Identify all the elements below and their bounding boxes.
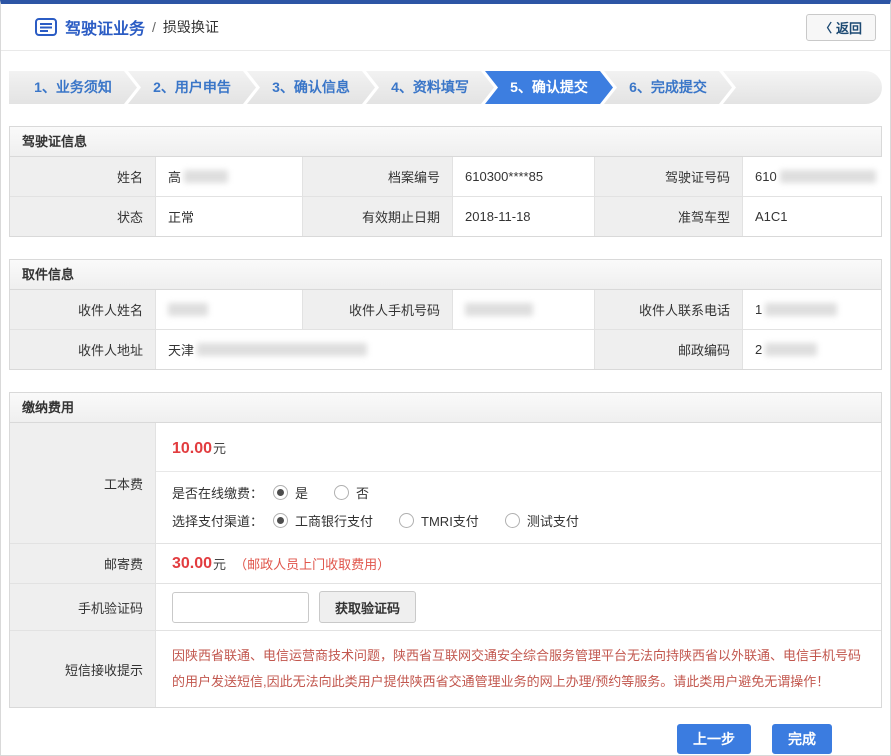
- name-value: 高: [155, 157, 302, 196]
- sms-code-label: 手机验证码: [10, 584, 155, 630]
- recipient-phone-value: 1: [742, 290, 881, 329]
- radio-icon: [334, 485, 349, 500]
- postage-fee-value: 30.00元 （邮政人员上门收取费用）: [155, 544, 881, 583]
- radio-online-yes[interactable]: 是: [273, 483, 308, 502]
- radio-label: 工商银行支付: [295, 511, 373, 530]
- step-2-declare[interactable]: 2、用户申告: [128, 71, 256, 104]
- radio-icon: [273, 513, 288, 528]
- radio-icon: [505, 513, 520, 528]
- header-bar: 驾驶证业务 / 损毁换证 〈 返回: [1, 4, 890, 51]
- page-title: 驾驶证业务: [65, 15, 145, 39]
- recipient-name-label: 收件人姓名: [10, 290, 155, 329]
- page-container: 驾驶证业务 / 损毁换证 〈 返回 1、业务须知 2、用户申告 3、确认信息 4…: [0, 0, 891, 756]
- online-payment-question-row: 是否在线缴费： 是 否: [172, 483, 865, 502]
- table-row: 收件人地址 天津 邮政编码 2: [10, 329, 881, 369]
- section-title-pickup: 取件信息: [10, 260, 881, 290]
- card-fee-value: 10.00元 是否在线缴费： 是 否 选择支付渠道： 工商银行支付 TMRI支付: [155, 423, 881, 543]
- payment-channel-question-row: 选择支付渠道： 工商银行支付 TMRI支付 测试支付: [172, 511, 865, 530]
- recipient-mobile-label: 收件人手机号码: [302, 290, 452, 329]
- step-1-notice[interactable]: 1、业务须知: [9, 71, 137, 104]
- previous-step-button[interactable]: 上一步: [677, 724, 751, 754]
- card-fee-unit: 元: [213, 441, 226, 456]
- vehicle-class-value: A1C1: [742, 197, 881, 236]
- card-fee-amount: 10.00: [172, 440, 212, 457]
- postage-fee-note: （邮政人员上门收取费用）: [234, 554, 390, 573]
- back-button[interactable]: 〈 返回: [806, 14, 876, 41]
- radio-online-no[interactable]: 否: [334, 483, 369, 502]
- license-no-value: 610: [742, 157, 888, 196]
- back-button-label: 返回: [836, 18, 862, 37]
- postage-fee-label: 邮寄费: [10, 544, 155, 583]
- sms-notice-label: 短信接收提示: [10, 631, 155, 707]
- breadcrumb-separator: /: [152, 19, 156, 35]
- vehicle-class-label: 准驾车型: [594, 197, 742, 236]
- redacted-patch: [765, 343, 817, 356]
- radio-channel-test[interactable]: 测试支付: [505, 511, 579, 530]
- sms-code-cell: 获取验证码: [155, 584, 881, 630]
- postage-fee-amount: 30.00: [172, 555, 212, 573]
- postcode-value: 2: [742, 330, 881, 369]
- radio-icon: [273, 485, 288, 500]
- online-payment-question: 是否在线缴费：: [172, 483, 263, 502]
- section-license-info: 驾驶证信息 姓名 高 档案编号 610300****85 驾驶证号码 610 状…: [9, 126, 882, 237]
- table-row: 收件人姓名 收件人手机号码 收件人联系电话 1: [10, 290, 881, 329]
- recipient-name-value: [155, 290, 302, 329]
- finish-button[interactable]: 完成: [772, 724, 832, 754]
- section-pickup-info: 取件信息 收件人姓名 收件人手机号码 收件人联系电话 1 收件人地址 天津 邮政…: [9, 259, 882, 370]
- license-list-icon: [35, 18, 57, 36]
- step-wizard: 1、业务须知 2、用户申告 3、确认信息 4、资料填写 5、确认提交 6、完成提…: [9, 71, 882, 104]
- redacted-patch: [765, 303, 837, 316]
- file-no-value: 610300****85: [452, 157, 594, 196]
- step-3-confirm-info[interactable]: 3、确认信息: [247, 71, 375, 104]
- table-row: 状态 正常 有效期止日期 2018-11-18 准驾车型 A1C1: [10, 196, 881, 236]
- section-fees: 缴纳费用 工本费 10.00元 是否在线缴费： 是 否: [9, 392, 882, 708]
- name-label: 姓名: [10, 157, 155, 196]
- radio-label: 否: [356, 483, 369, 502]
- radio-label: 测试支付: [527, 511, 579, 530]
- license-no-label: 驾驶证号码: [594, 157, 742, 196]
- radio-label: TMRI支付: [421, 511, 479, 530]
- breadcrumb-current: 损毁换证: [163, 17, 219, 37]
- table-row: 姓名 高 档案编号 610300****85 驾驶证号码 610: [10, 157, 881, 196]
- sms-notice-cell: 因陕西省联通、电信运营商技术问题，陕西省互联网交通安全综合服务管理平台无法向持陕…: [155, 631, 881, 707]
- sms-notice-text: 因陕西省联通、电信运营商技术问题，陕西省互联网交通安全综合服务管理平台无法向持陕…: [172, 643, 865, 695]
- file-no-label: 档案编号: [302, 157, 452, 196]
- recipient-mobile-value: [452, 290, 594, 329]
- step-4-fill-data[interactable]: 4、资料填写: [366, 71, 494, 104]
- recipient-phone-label: 收件人联系电话: [594, 290, 742, 329]
- radio-channel-icbc[interactable]: 工商银行支付: [273, 511, 373, 530]
- step-wizard-tail: [723, 71, 882, 104]
- payment-channel-question: 选择支付渠道：: [172, 511, 263, 530]
- status-label: 状态: [10, 197, 155, 236]
- section-title-fees: 缴纳费用: [10, 393, 881, 423]
- step-6-complete[interactable]: 6、完成提交: [604, 71, 732, 104]
- expiry-value: 2018-11-18: [452, 197, 594, 236]
- card-fee-amount-line: 10.00元: [156, 423, 881, 471]
- radio-icon: [399, 513, 414, 528]
- card-fee-row: 工本费 10.00元 是否在线缴费： 是 否 选择支付渠道：: [10, 423, 881, 543]
- status-value: 正常: [155, 197, 302, 236]
- recipient-address-value: 天津: [155, 330, 594, 369]
- redacted-patch: [465, 303, 533, 316]
- sms-code-input[interactable]: [172, 592, 309, 623]
- redacted-patch: [184, 170, 228, 183]
- recipient-address-label: 收件人地址: [10, 330, 155, 369]
- sms-notice-row: 短信接收提示 因陕西省联通、电信运营商技术问题，陕西省互联网交通安全综合服务管理…: [10, 630, 881, 707]
- postage-fee-row: 邮寄费 30.00元 （邮政人员上门收取费用）: [10, 543, 881, 583]
- redacted-patch: [780, 170, 876, 183]
- radio-label: 是: [295, 483, 308, 502]
- step-5-confirm-submit[interactable]: 5、确认提交: [485, 71, 613, 104]
- section-title-license: 驾驶证信息: [10, 127, 881, 157]
- chevron-left-icon: 〈: [820, 19, 832, 36]
- redacted-patch: [168, 303, 208, 316]
- radio-channel-tmri[interactable]: TMRI支付: [399, 511, 479, 530]
- postage-fee-unit: 元: [213, 554, 226, 573]
- get-code-button[interactable]: 获取验证码: [319, 591, 416, 623]
- postcode-label: 邮政编码: [594, 330, 742, 369]
- redacted-patch: [197, 343, 367, 356]
- card-fee-label: 工本费: [10, 423, 155, 543]
- sms-code-row: 手机验证码 获取验证码: [10, 583, 881, 630]
- expiry-label: 有效期止日期: [302, 197, 452, 236]
- footer-actions: 上一步 完成: [1, 708, 890, 754]
